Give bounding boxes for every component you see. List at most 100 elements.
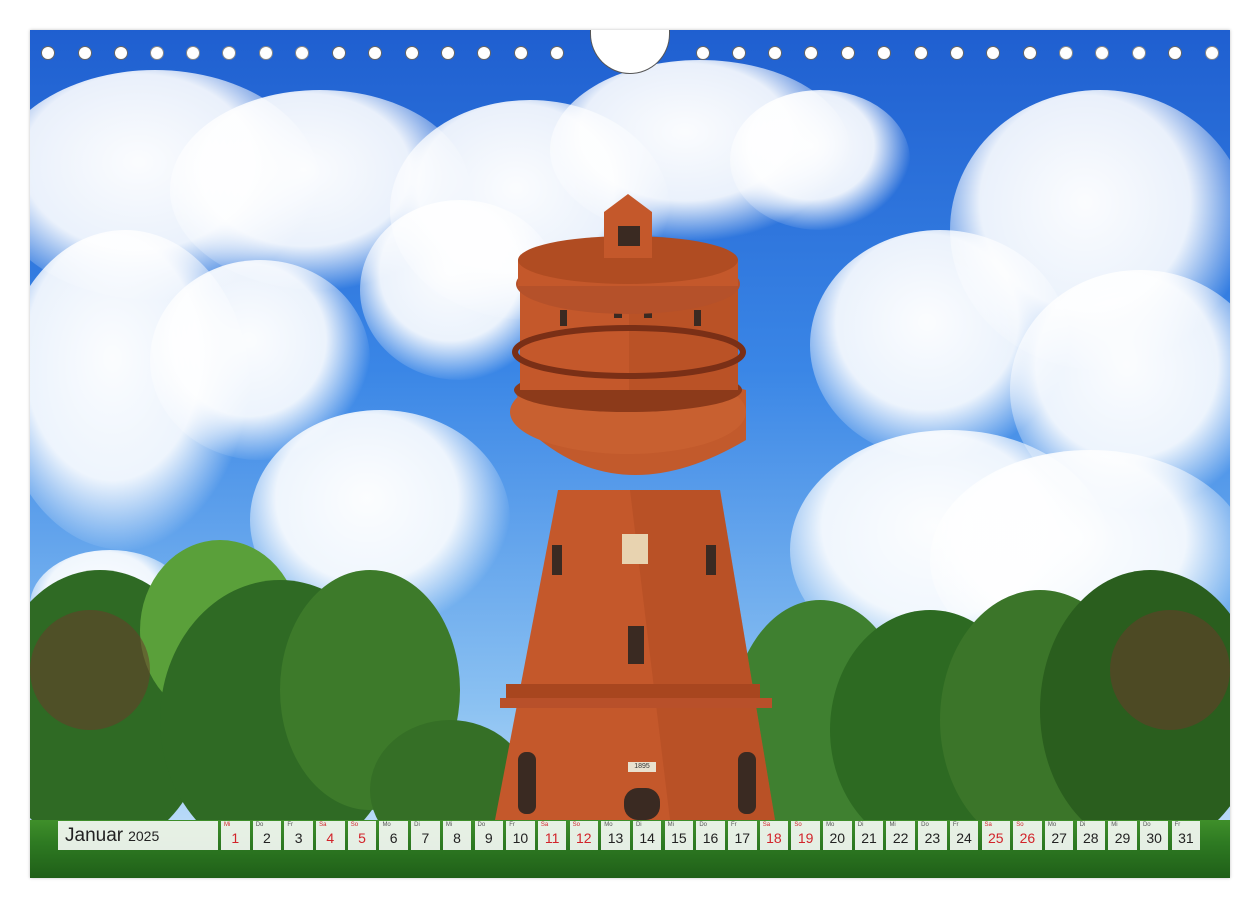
day-number: 28	[1083, 830, 1099, 846]
day-cell: Sa 25	[981, 821, 1010, 850]
day-cell: Do 30	[1139, 821, 1169, 850]
weekday-label: Mi	[445, 822, 453, 828]
day-number: 3	[294, 830, 303, 846]
day-number: 18	[766, 830, 782, 846]
day-cell: Di 7	[411, 821, 440, 850]
day-number: 9	[484, 830, 493, 846]
day-number: 17	[734, 830, 751, 846]
weekday-label: Mo	[604, 822, 613, 828]
day-number: 27	[1051, 830, 1067, 846]
day-number: 8	[453, 830, 461, 846]
water-tower	[495, 194, 775, 820]
day-cell: Do 9	[474, 821, 503, 850]
date-strip: Januar 2025 Mi 1 Do 2 Fr 3 Sa 4 So 5 Mo 6 Di 7 Mi 8 Do 9 F…	[58, 821, 1203, 850]
weekday-label: Do	[477, 822, 486, 828]
day-number: 2	[263, 830, 271, 846]
day-cell: Di 28	[1076, 821, 1106, 850]
weekday-label: Do	[1142, 822, 1151, 828]
weekday-label: Sa	[319, 822, 327, 828]
day-number: 15	[671, 830, 687, 846]
day-cell: Di 14	[632, 821, 662, 850]
day-number: 5	[358, 830, 366, 846]
weekday-label: Di	[1079, 822, 1086, 828]
weekday-label: Mo	[382, 822, 391, 828]
day-cell: Mo 6	[379, 821, 408, 850]
day-cell: Di 21	[854, 821, 884, 850]
day-number: 26	[1019, 830, 1036, 846]
day-number: 11	[544, 830, 560, 846]
calendar-page: 1895	[30, 30, 1230, 878]
day-cell: Mo 20	[823, 821, 852, 850]
weekday-label: Mo	[826, 822, 835, 828]
month-year: 2025	[128, 827, 160, 844]
weekday-label: So	[572, 822, 580, 828]
weekday-label: Fr	[1174, 822, 1181, 828]
day-number: 25	[987, 830, 1004, 846]
day-cell: Fr 31	[1171, 821, 1201, 850]
weekday-label: Fr	[287, 822, 294, 828]
day-number: 22	[892, 830, 909, 846]
day-cell: Sa 11	[537, 821, 567, 850]
weekday-label: Mi	[224, 822, 231, 828]
weekday-label: Mi	[1111, 822, 1118, 828]
day-cell: Do 16	[696, 821, 725, 850]
day-cell: Mi 8	[442, 821, 472, 850]
weekday-label: Mi	[889, 822, 896, 828]
weekday-label: So	[794, 822, 802, 828]
day-number: 12	[576, 830, 592, 846]
month-label: Januar 2025	[58, 821, 218, 850]
day-cell: Mi 15	[664, 821, 694, 850]
day-number: 24	[956, 830, 972, 846]
day-number: 14	[639, 830, 655, 846]
weekday-label: Fr	[731, 822, 737, 828]
weekday-label: Di	[635, 822, 642, 828]
day-cell: Do 2	[252, 821, 282, 850]
day-number: 16	[702, 830, 719, 846]
weekday-label: Do	[255, 822, 264, 828]
day-number: 6	[389, 830, 398, 846]
day-number: 29	[1114, 830, 1131, 846]
day-number: 19	[797, 830, 814, 846]
day-cell: So 12	[569, 821, 599, 850]
day-number: 30	[1146, 830, 1162, 846]
day-cell: So 5	[347, 821, 377, 850]
day-cell: Mi 22	[886, 821, 915, 850]
weekday-label: Fr	[509, 822, 515, 828]
weekday-label: Do	[699, 822, 707, 828]
tower-plaque: 1895	[634, 763, 650, 770]
day-cell: Sa 18	[759, 821, 789, 850]
weekday-label: Sa	[762, 822, 771, 828]
day-number: 10	[512, 830, 529, 846]
weekday-label: Di	[414, 822, 420, 828]
weekday-label: Do	[921, 822, 929, 828]
day-cell: Mi 1	[221, 821, 250, 850]
day-number: 7	[421, 830, 430, 846]
day-number: 13	[607, 830, 624, 846]
day-number: 4	[326, 830, 335, 846]
weekday-label: Mi	[667, 822, 674, 828]
day-number: 23	[924, 830, 941, 846]
day-number: 21	[861, 830, 877, 846]
day-cell: So 19	[791, 821, 820, 850]
weekday-label: Sa	[984, 822, 992, 828]
day-cell: Mo 13	[601, 821, 630, 850]
day-number: 20	[829, 830, 846, 846]
day-cell: Fr 10	[506, 821, 535, 850]
weekday-label: Di	[857, 822, 864, 828]
weekday-label: Mo	[1047, 822, 1057, 828]
day-number: 1	[231, 830, 240, 846]
day-cell: Do 23	[918, 821, 947, 850]
day-cell: So 26	[1013, 821, 1042, 850]
day-cell: Mi 29	[1108, 821, 1137, 850]
day-cell: Mo 27	[1044, 821, 1074, 850]
weekday-label: So	[1016, 822, 1024, 828]
day-cell: Fr 24	[949, 821, 979, 850]
weekday-label: Sa	[540, 822, 549, 828]
weekday-label: So	[350, 822, 359, 828]
day-cell: Fr 17	[728, 821, 757, 850]
day-number: 31	[1178, 830, 1194, 846]
weekday-label: Fr	[952, 822, 959, 828]
day-cell: Fr 3	[284, 821, 313, 850]
month-name: Januar	[65, 824, 124, 846]
day-cell: Sa 4	[316, 821, 345, 850]
